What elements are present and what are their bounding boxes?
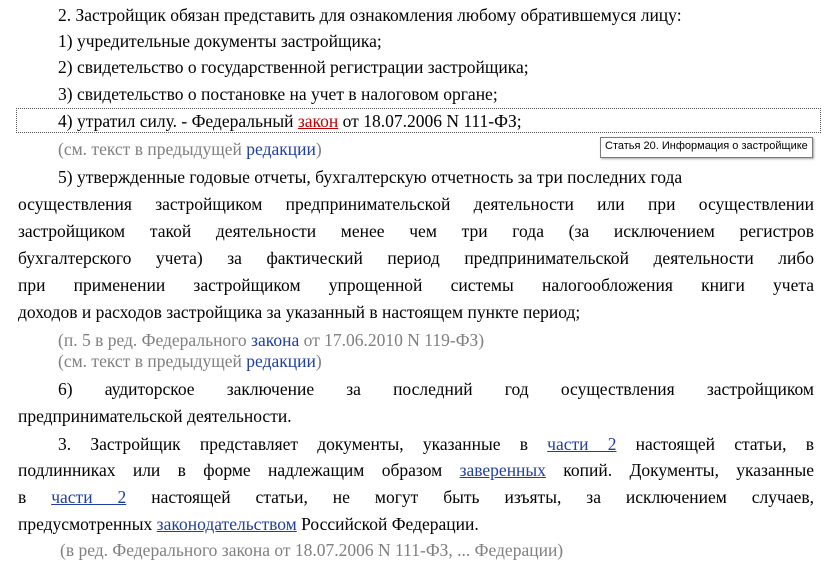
- note-text: (см. текст в предыдущей: [58, 351, 247, 371]
- article-tooltip: Статья 20. Информация о застройщике: [600, 137, 813, 158]
- note-text: (п. 5 в ред. Федерального: [58, 330, 252, 350]
- item5-line-3: застройщиком такой деятельности менее че…: [18, 221, 814, 241]
- edition-link[interactable]: редакции: [246, 351, 316, 371]
- p3-text: в: [18, 487, 52, 507]
- paragraph-3-line-3: в части 2 настоящей статьи, не могут быт…: [18, 485, 814, 509]
- legislation-link[interactable]: законодательством: [157, 514, 297, 534]
- paragraph-3-line-1: 3. Застройщик представляет документы, ук…: [58, 432, 814, 456]
- note-text: (см. текст в предыдущей: [58, 139, 247, 159]
- item5-line-2: осуществления застройщиком предпринимате…: [18, 194, 814, 214]
- note-text: от 17.06.2010 N 119-ФЗ): [299, 330, 485, 350]
- p3-text: Российской Федерации.: [296, 514, 479, 534]
- p3-text: настоящей статьи, в: [616, 434, 814, 454]
- paragraph-2-intro: 2. Застройщик обязан представить для озн…: [58, 5, 682, 25]
- part-2-link[interactable]: части 2: [547, 434, 616, 454]
- note-text: ): [315, 351, 322, 371]
- item4-text-before: 4) утратил силу. - Федеральный: [58, 111, 298, 131]
- list-item-4: 4) утратил силу. - Федеральный закон от …: [58, 109, 522, 133]
- list-item-1: 1) учредительные документы застройщика;: [58, 31, 382, 51]
- item5-line-1: 5) утвержденные годовые отчеты, бухгалте…: [58, 167, 683, 187]
- p3-text: 3. Застройщик представляет документы, ук…: [58, 434, 548, 454]
- p3-text: предусмотренных: [18, 514, 157, 534]
- p3-text: настоящей статьи, не могут быть изъяты, …: [126, 487, 814, 507]
- item5-line-5: при применении застройщиком упрощенной с…: [18, 275, 814, 295]
- p3-text: подлинниках или в форме надлежащим образ…: [18, 460, 460, 480]
- part-2-link[interactable]: части 2: [51, 487, 126, 507]
- note-previous-edition-2: (см. текст в предыдущей редакции): [58, 349, 322, 373]
- paragraph-3-line-2: подлинниках или в форме надлежащим образ…: [18, 458, 814, 482]
- note-previous-edition-1: (см. текст в предыдущей редакции): [58, 137, 322, 161]
- item4-text-after: от 18.07.2006 N 111-ФЗ;: [338, 111, 522, 131]
- certified-link[interactable]: заверенных: [460, 460, 546, 480]
- paragraph-3-line-4: предусмотренных законодательством Россий…: [18, 512, 479, 536]
- item6-line-2: предпринимательской деятельности.: [18, 406, 292, 426]
- item5-line-6: доходов и расходов застройщика за указан…: [18, 302, 581, 322]
- p3-text: копий. Документы, указанные: [545, 460, 814, 480]
- list-item-3: 3) свидетельство о постановке на учет в …: [58, 84, 498, 104]
- item6-line-1: 6) аудиторское заключение за последний г…: [58, 379, 814, 399]
- law-link[interactable]: закона: [251, 330, 299, 350]
- item5-line-4: бухгалтерского учета) за фактический пер…: [18, 248, 814, 268]
- list-item-2: 2) свидетельство о государственной регис…: [58, 57, 529, 77]
- cut-off-note: (в ред. Федерального закона от 18.07.200…: [60, 540, 564, 560]
- law-link[interactable]: закон: [298, 111, 338, 131]
- note-text: ): [315, 139, 322, 159]
- edition-link[interactable]: редакции: [246, 139, 316, 159]
